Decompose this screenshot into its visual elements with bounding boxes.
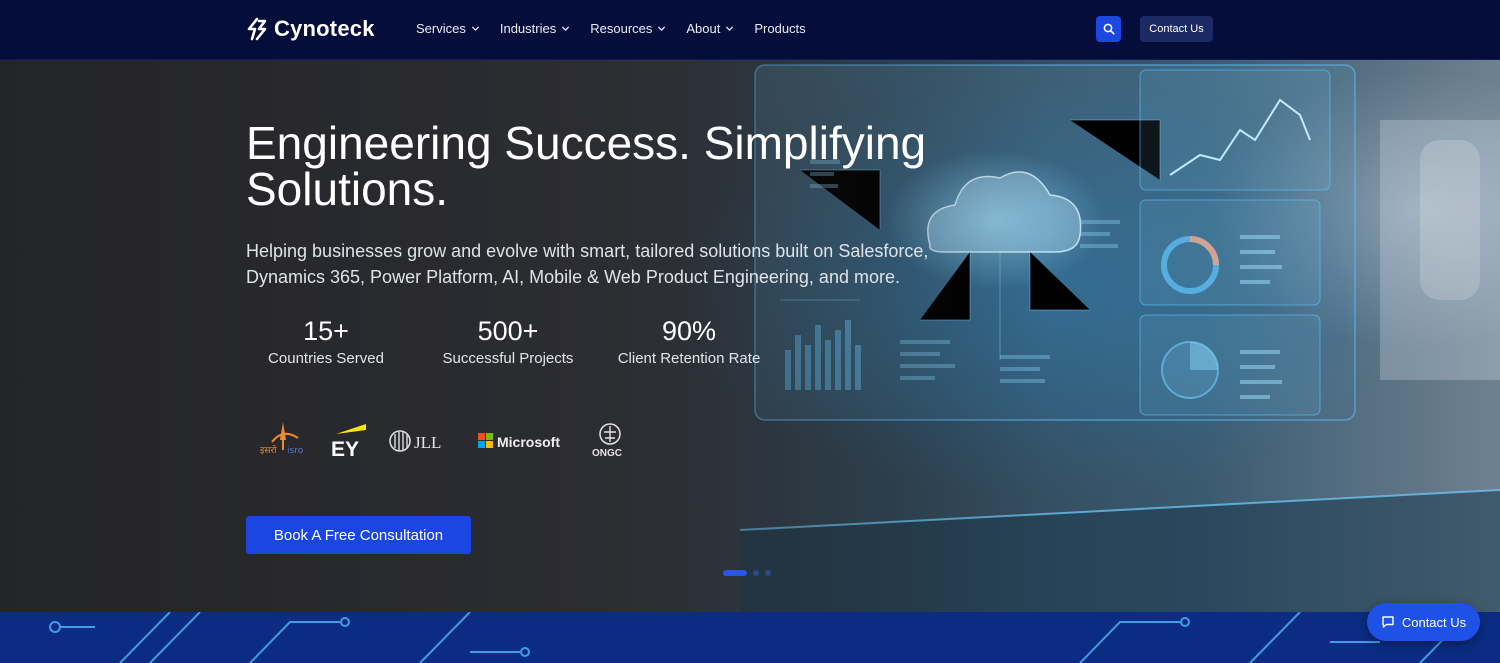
svg-text:isro: isro (287, 446, 304, 456)
nav-item-resources[interactable]: Resources (590, 21, 666, 36)
nav-item-label: Industries (499, 21, 557, 36)
floating-contact-button[interactable]: Contact Us (1367, 603, 1480, 641)
svg-text:ONGC: ONGC (592, 448, 622, 459)
chevron-down-icon (726, 26, 734, 32)
chat-icon (1382, 616, 1394, 628)
svg-text:JLL: JLL (414, 433, 441, 452)
carousel-dots (723, 570, 771, 576)
hero-title: Engineering Success. Simplifying Solutio… (246, 117, 927, 215)
nav-item-industries[interactable]: Industries (500, 21, 570, 36)
ey-logo: EY (330, 420, 368, 462)
chevron-down-icon (658, 26, 666, 32)
stat-label: Successful Projects (442, 350, 574, 367)
brand-name: Cynoteck (274, 16, 375, 41)
nav-item-label: About (686, 21, 721, 36)
search-icon (1103, 23, 1115, 35)
search-button[interactable] (1096, 16, 1121, 42)
nav-item-label: Resources (590, 21, 653, 36)
stat-countries: 15+ Countries Served (267, 315, 385, 369)
main-nav: Services Industries Resources About Prod… (416, 21, 806, 36)
next-section-band (0, 612, 1500, 663)
carousel-dot[interactable] (765, 570, 771, 576)
jll-logo: JLL (388, 420, 452, 462)
nav-item-products[interactable]: Products (754, 21, 805, 36)
isro-logo: इसरो isro (258, 420, 308, 462)
ongc-logo: ONGC (590, 420, 630, 462)
stat-value: 500+ (477, 316, 539, 346)
stat-label: Countries Served (268, 350, 384, 367)
svg-text:इसरो: इसरो (260, 444, 277, 456)
circuit-decoration (49, 612, 1471, 663)
stat-projects: 500+ Successful Projects (441, 315, 575, 369)
book-consultation-button[interactable]: Book A Free Consultation (246, 516, 471, 554)
hero-section: Engineering Success. Simplifying Solutio… (0, 60, 1500, 612)
top-navbar: Cynoteck Services Industries Resources A… (0, 0, 1500, 60)
floating-contact-label: Contact Us (1401, 614, 1467, 630)
cynoteck-logo-icon (247, 17, 267, 41)
stat-value: 15+ (303, 316, 349, 346)
carousel-dot-active[interactable] (723, 570, 747, 576)
microsoft-logo: Microsoft (478, 420, 572, 462)
chevron-down-icon (562, 26, 570, 32)
nav-item-services[interactable]: Services (416, 21, 480, 36)
stat-retention: 90% Client Retention Rate (616, 315, 762, 369)
stat-value: 90% (661, 316, 717, 346)
chevron-down-icon (471, 26, 479, 32)
carousel-dot[interactable] (753, 570, 759, 576)
hero-subtitle: Helping businesses grow and evolve with … (246, 241, 929, 287)
brand-logo[interactable]: Cynoteck (246, 16, 375, 42)
nav-item-about[interactable]: About (686, 21, 734, 36)
nav-item-label: Products (754, 21, 806, 36)
contact-us-button[interactable]: Contact Us (1140, 16, 1213, 42)
svg-text:EY: EY (331, 438, 359, 461)
stat-label: Client Retention Rate (617, 350, 761, 367)
svg-text:Microsoft: Microsoft (497, 434, 560, 450)
nav-item-label: Services (416, 21, 466, 36)
